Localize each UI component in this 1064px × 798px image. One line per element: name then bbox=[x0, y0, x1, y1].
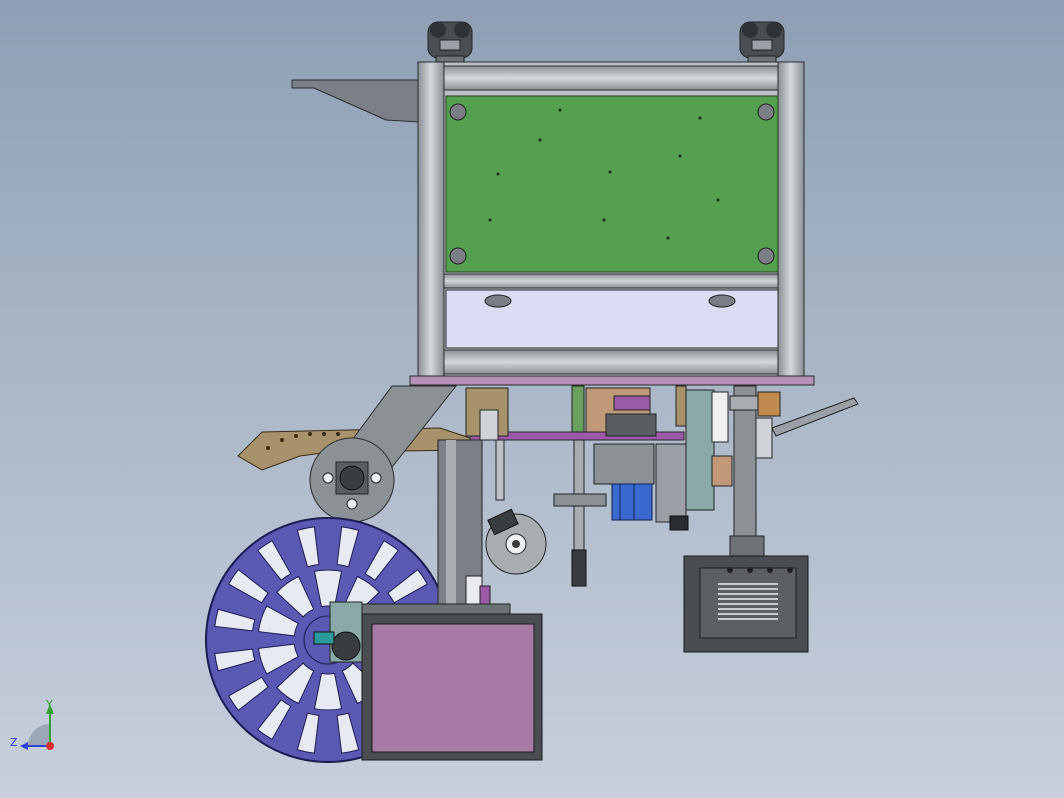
machine-model[interactable]: Y Z bbox=[0, 0, 1064, 798]
feed-wheel[interactable] bbox=[309, 437, 395, 523]
z-axis-label: Z bbox=[10, 736, 18, 749]
left-shelf[interactable] bbox=[291, 79, 421, 123]
y-axis-label: Y bbox=[45, 698, 53, 711]
main-frame[interactable] bbox=[409, 61, 815, 386]
monitor-icon[interactable] bbox=[361, 603, 543, 761]
support-column[interactable] bbox=[437, 439, 491, 617]
caster-icon bbox=[427, 21, 473, 65]
caster-icon bbox=[739, 21, 785, 65]
orientation-triad: Y Z bbox=[10, 698, 54, 750]
pulley[interactable] bbox=[485, 508, 547, 575]
green-panel[interactable] bbox=[445, 95, 779, 273]
cad-viewport[interactable]: Y Z bbox=[0, 0, 1064, 798]
controller-box[interactable] bbox=[683, 555, 809, 653]
right-lever[interactable] bbox=[755, 391, 859, 459]
mechanism-assembly[interactable] bbox=[465, 385, 733, 531]
